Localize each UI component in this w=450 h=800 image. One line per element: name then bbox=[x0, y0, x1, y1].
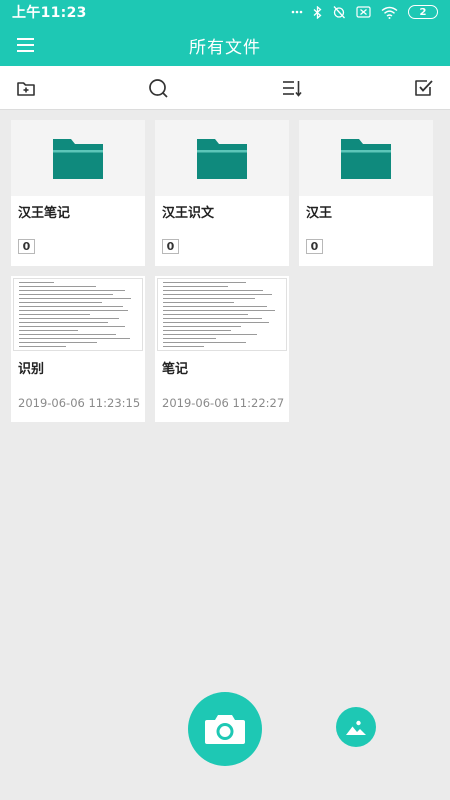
page-title: 所有文件 bbox=[189, 37, 261, 58]
status-icons: 2 bbox=[291, 5, 438, 19]
camera-button[interactable] bbox=[188, 692, 262, 766]
document-thumbnail bbox=[13, 278, 143, 351]
folder-icon bbox=[341, 139, 391, 179]
status-time: 上午11:23 bbox=[12, 5, 87, 21]
folder-name: 汉王 bbox=[306, 206, 333, 221]
document-card[interactable]: 笔记 2019-06-06 11:22:27 bbox=[155, 276, 289, 422]
wifi-icon bbox=[381, 5, 398, 19]
document-date: 2019-06-06 11:23:15 bbox=[18, 396, 141, 410]
folder-count-badge: 0 bbox=[306, 239, 323, 254]
menu-icon[interactable] bbox=[17, 37, 37, 53]
document-thumbnail bbox=[157, 278, 287, 351]
sort-icon[interactable] bbox=[281, 77, 303, 99]
document-name: 识别 bbox=[18, 362, 45, 377]
no-alarm-icon bbox=[332, 5, 346, 19]
folder-thumbnail bbox=[11, 120, 145, 196]
folder-count-badge: 0 bbox=[162, 239, 179, 254]
battery-icon: 2 bbox=[408, 5, 438, 19]
folder-icon bbox=[197, 139, 247, 179]
folder-card[interactable]: 汉王 0 bbox=[299, 120, 433, 266]
folder-name: 汉王识文 bbox=[162, 206, 215, 221]
multi-select-icon[interactable] bbox=[413, 77, 435, 99]
document-name: 笔记 bbox=[162, 362, 189, 377]
folder-icon bbox=[53, 139, 103, 179]
folder-count-badge: 0 bbox=[18, 239, 35, 254]
folder-thumbnail bbox=[155, 120, 289, 196]
bluetooth-icon bbox=[313, 5, 322, 19]
app-bar: 所有文件 bbox=[0, 24, 450, 66]
sim-off-icon bbox=[356, 5, 371, 19]
folder-name: 汉王笔记 bbox=[18, 206, 71, 221]
document-date: 2019-06-06 11:22:27 bbox=[162, 396, 285, 410]
gallery-button[interactable] bbox=[336, 707, 376, 747]
folder-thumbnail bbox=[299, 120, 433, 196]
status-bar: 上午11:23 2 bbox=[0, 0, 450, 24]
document-card[interactable]: 识别 2019-06-06 11:23:15 bbox=[11, 276, 145, 422]
dots-icon bbox=[291, 5, 303, 19]
camera-icon bbox=[205, 715, 245, 744]
search-icon[interactable] bbox=[147, 77, 169, 99]
toolbar bbox=[0, 66, 450, 110]
new-folder-icon[interactable] bbox=[15, 77, 37, 99]
folder-card[interactable]: 汉王识文 0 bbox=[155, 120, 289, 266]
gallery-icon bbox=[346, 720, 366, 735]
folder-card[interactable]: 汉王笔记 0 bbox=[11, 120, 145, 266]
